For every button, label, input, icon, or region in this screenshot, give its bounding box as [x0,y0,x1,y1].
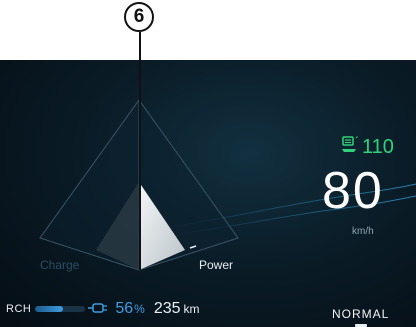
battery-status-row: RCH 56 % 235 km [6,300,200,318]
range-value: 235 [153,300,181,317]
speed-limit-sign-icon [340,136,358,158]
battery-percent: 56 [115,300,134,317]
power-label: Power [199,258,234,272]
current-speed: 80 [322,162,384,220]
callout-leader-line [139,32,141,270]
speed-unit: km/h [352,226,374,237]
speed-limit-display: 110 [340,136,394,158]
callout-number-badge: 6 [124,2,154,32]
instrument-cluster-screen: Charge Power 110 80 km/h RCH 56 % 235 km… [0,60,416,327]
battery-level-bar [35,306,86,312]
speed-limit-value: 110 [362,136,394,158]
callout-number: 6 [133,6,145,27]
charging-plug-icon [87,302,109,317]
battery-level-fill [35,306,64,312]
percent-sign: % [134,302,145,316]
range-unit: km [183,302,200,316]
drive-mode-label: NORMAL [332,307,390,321]
battery-mode-label: RCH [6,303,32,315]
charge-label: Charge [40,258,80,272]
